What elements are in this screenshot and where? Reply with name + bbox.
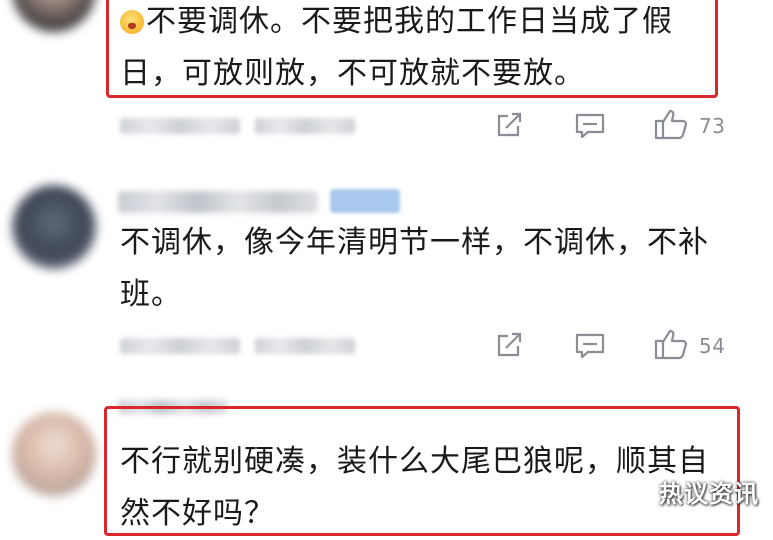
user-badge (330, 189, 400, 213)
username[interactable] (118, 191, 318, 213)
comment-meta (120, 118, 240, 134)
share-icon (497, 332, 522, 357)
comment-item: 不要调休。不要把我的工作日当成了假日，可放则放，不可放就不要放。 73 (0, 0, 773, 165)
comment-meta (255, 338, 355, 354)
comment-meta (255, 118, 355, 134)
comment-meta (120, 338, 240, 354)
comment-icon (575, 333, 605, 359)
like-button[interactable] (653, 328, 689, 360)
comment-button[interactable] (574, 332, 606, 360)
like-count: 54 (699, 334, 726, 358)
comment-item: 不行就别硬凑，装什么大尾巴狼呢，顺其自然不好吗？ (0, 390, 773, 536)
comment-item: 不调休，像今年清明节一样，不调休，不补班。 54 (0, 165, 773, 390)
scared-face-icon (120, 10, 144, 34)
comment-text-content: 不要调休。不要把我的工作日当成了假日，可放则放，不可放就不要放。 (120, 4, 673, 91)
share-button[interactable] (494, 112, 524, 140)
avatar[interactable] (12, 412, 96, 496)
comment-text: 不调休，像今年清明节一样，不调休，不补班。 (120, 225, 709, 312)
comment-text: 不要调休。不要把我的工作日当成了假日，可放则放，不可放就不要放。 (120, 0, 710, 100)
like-button[interactable] (653, 108, 689, 140)
comment-icon (575, 113, 605, 139)
avatar[interactable] (12, 185, 96, 269)
thumbs-up-icon (654, 329, 688, 360)
avatar[interactable] (12, 0, 96, 32)
share-icon (497, 112, 522, 137)
thumbs-up-icon (654, 109, 688, 140)
comment-button[interactable] (574, 112, 606, 140)
like-count: 73 (699, 114, 726, 138)
watermark: 热议资讯 (659, 480, 759, 508)
share-button[interactable] (494, 332, 524, 360)
comment-text: 不行就别硬凑，装什么大尾巴狼呢，顺其自然不好吗？ (120, 444, 709, 531)
